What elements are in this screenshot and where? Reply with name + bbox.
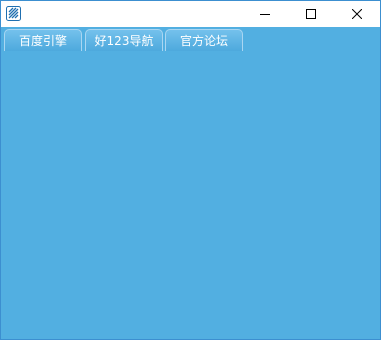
tab-label: 官方论坛 [179, 34, 228, 48]
tab-label: 好123导航 [94, 34, 154, 48]
tab-baidu-engine[interactable]: 百度引擎 [4, 29, 82, 51]
maximize-button[interactable] [288, 1, 334, 27]
tab-hao123-nav[interactable]: 好123导航 [85, 29, 163, 51]
close-button[interactable] [334, 1, 380, 27]
client-area: 百度引擎 好123导航 官方论坛 [1, 27, 380, 339]
minimize-icon [260, 9, 270, 19]
close-icon [352, 9, 362, 19]
minimize-button[interactable] [242, 1, 288, 27]
tab-label: 百度引擎 [18, 34, 67, 48]
tab-official-forum[interactable]: 官方论坛 [165, 29, 243, 51]
title-bar[interactable] [1, 1, 380, 27]
app-window: 百度引擎 好123导航 官方论坛 [0, 0, 381, 340]
maximize-icon [306, 9, 316, 19]
app-logo-icon [6, 6, 21, 21]
